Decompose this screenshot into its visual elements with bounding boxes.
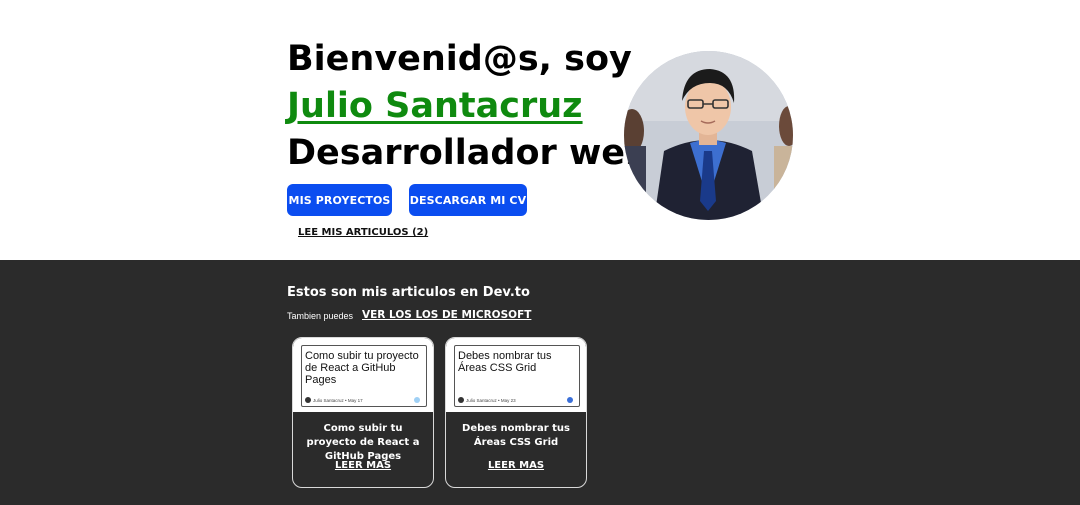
- read-more-link[interactable]: LEER MAS: [446, 460, 586, 471]
- download-cv-button[interactable]: DESCARGAR MI CV: [409, 184, 527, 216]
- hero-heading: Bienvenid@s, soy Julio Santacruz Desarro…: [287, 36, 650, 177]
- article-title: Como subir tu proyecto de React a GitHub…: [306, 423, 420, 462]
- thumbnail-title: Debes nombrar tus Áreas CSS Grid: [458, 350, 552, 374]
- author-name-link[interactable]: Julio Santacruz: [287, 83, 650, 130]
- article-thumbnail[interactable]: Como subir tu proyecto de React a GitHub…: [293, 338, 433, 412]
- thumbnail-preview: Debes nombrar tus Áreas CSS Grid Julio S…: [454, 345, 580, 407]
- thumbnail-title: Como subir tu proyecto de React a GitHub…: [305, 350, 419, 386]
- article-card[interactable]: Como subir tu proyecto de React a GitHub…: [292, 337, 434, 488]
- article-title: Debes nombrar tus Áreas CSS Grid: [462, 423, 570, 448]
- projects-button[interactable]: MIS PROYECTOS: [287, 184, 392, 216]
- reaction-icon: [567, 397, 573, 403]
- thumbnail-meta: Julio Santacruz • May 23: [458, 397, 516, 403]
- author-avatar-icon: [305, 397, 311, 403]
- hero-section: Bienvenid@s, soy Julio Santacruz Desarro…: [0, 0, 1080, 260]
- articles-section-title: Estos son mis articulos en Dev.to: [287, 285, 530, 300]
- avatar: [624, 51, 793, 220]
- read-more-link[interactable]: LEER MAS: [293, 460, 433, 471]
- thumbnail-preview: Como subir tu proyecto de React a GitHub…: [301, 345, 427, 407]
- article-thumbnail[interactable]: Debes nombrar tus Áreas CSS Grid Julio S…: [446, 338, 586, 412]
- thumbnail-meta-text: Julio Santacruz • May 23: [466, 397, 516, 403]
- articles-section: Estos son mis articulos en Dev.to Tambie…: [0, 260, 1080, 505]
- greeting-text: Bienvenid@s, soy: [287, 39, 632, 79]
- author-avatar-icon: [458, 397, 464, 403]
- also-text: Tambien puedes: [287, 311, 354, 321]
- role-text: Desarrollador web: [287, 133, 651, 173]
- reaction-icon: [414, 397, 420, 403]
- microsoft-articles-link[interactable]: VER LOS LOS DE MICROSOFT: [362, 309, 531, 321]
- read-articles-link[interactable]: LEE MIS ARTICULOS (2): [298, 227, 428, 238]
- thumbnail-meta: Julio Santacruz • May 17: [305, 397, 363, 403]
- article-card[interactable]: Debes nombrar tus Áreas CSS Grid Julio S…: [445, 337, 587, 488]
- profile-photo: [624, 51, 793, 220]
- thumbnail-meta-text: Julio Santacruz • May 17: [313, 397, 363, 403]
